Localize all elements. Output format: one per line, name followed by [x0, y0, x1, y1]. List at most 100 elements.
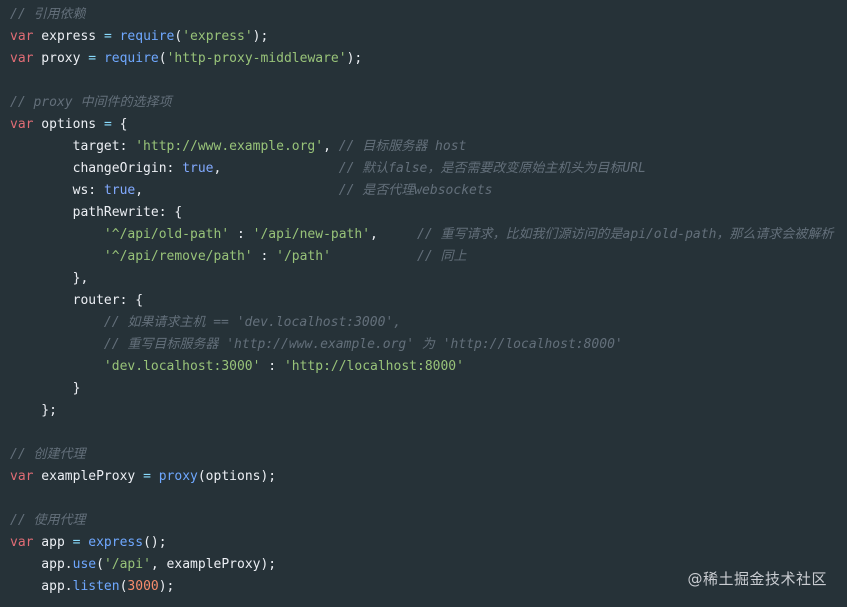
code-line: changeOrigin: true, // 默认false，是否需要改变原始主…: [0, 158, 847, 180]
token-function-name: require: [103, 51, 159, 66]
token-identifier: [151, 469, 159, 484]
token-keyword: var: [10, 117, 34, 132]
code-line: ws: true, // 是否代理websockets: [0, 180, 847, 202]
token-punctuation: };: [10, 403, 57, 418]
token-identifier: options: [33, 117, 104, 132]
token-string-literal: 'http-proxy-middleware': [166, 51, 347, 66]
token-identifier: app: [33, 535, 73, 550]
token-function-name: use: [72, 557, 97, 572]
code-line: router: {: [0, 290, 847, 312]
code-block: // 引用依赖 var express = require('express');…: [0, 4, 847, 598]
token-punctuation: },: [10, 271, 89, 286]
token-punctuation: :: [252, 249, 277, 264]
token-property-name: pathRewrite: [10, 205, 159, 220]
token-comment: // 重写请求，比如我们源访问的是api/old-path，那么请求会被解析: [417, 227, 834, 242]
token-punctuation: :: [229, 227, 253, 242]
token-comment: // 默认false，是否需要改变原始主机头为目标URL: [338, 161, 646, 176]
code-line: };: [0, 400, 847, 422]
token-identifier: app.: [10, 579, 73, 594]
token-punctuation: );: [252, 29, 269, 44]
token-comment: // 创建代理: [10, 447, 86, 462]
token-punctuation: ,: [135, 183, 339, 198]
code-line: // 引用依赖: [0, 4, 847, 26]
token-function-name: proxy: [158, 469, 198, 484]
code-line: '^/api/old-path' : '/api/new-path', // 重…: [0, 224, 847, 246]
token-keyword: var: [10, 29, 34, 44]
code-line: '^/api/remove/path' : '/path' // 同上: [0, 246, 847, 268]
token-punctuation: ,: [323, 139, 339, 154]
token-punctuation: [331, 249, 417, 264]
token-string-literal: '/path': [276, 249, 331, 264]
token-comment: // 同上: [417, 249, 467, 264]
token-function-name: express: [88, 535, 144, 550]
token-punctuation: ,: [213, 161, 339, 176]
token-comment: // 如果请求主机 == 'dev.localhost:3000',: [10, 315, 402, 330]
token-keyword: var: [10, 469, 34, 484]
token-comment: // 引用依赖: [10, 7, 86, 22]
token-punctuation: {: [111, 117, 128, 132]
token-keyword: var: [10, 51, 34, 66]
token-property-name: router: [10, 293, 120, 308]
token-boolean-literal: true: [103, 183, 136, 198]
token-operator: =: [88, 51, 97, 66]
code-line: // 如果请求主机 == 'dev.localhost:3000',: [0, 312, 847, 334]
token-string-literal: 'express': [182, 29, 253, 44]
token-punctuation: ();: [143, 535, 167, 550]
code-line: var express = require('express');: [0, 26, 847, 48]
token-operator: =: [103, 117, 112, 132]
token-identifier: exampleProxy: [33, 469, 144, 484]
token-property-name: ws: [10, 183, 89, 198]
token-comment: // 重写目标服务器 'http://www.example.org' 为 'h…: [10, 337, 623, 352]
token-property-name: target: [10, 139, 120, 154]
token-punctuation: ,: [370, 227, 418, 242]
code-line: 'dev.localhost:3000' : 'http://localhost…: [0, 356, 847, 378]
code-line: // 创建代理: [0, 444, 847, 466]
token-string-literal: '^/api/remove/path': [10, 249, 253, 264]
code-line: // 重写目标服务器 'http://www.example.org' 为 'h…: [0, 334, 847, 356]
token-punctuation: : {: [158, 205, 183, 220]
token-punctuation: : {: [119, 293, 144, 308]
token-punctuation: (options);: [197, 469, 277, 484]
token-keyword: var: [10, 535, 34, 550]
token-punctuation: :: [88, 183, 104, 198]
token-punctuation: :: [260, 359, 284, 374]
token-string-literal: '/api/new-path': [252, 227, 371, 242]
token-punctuation: , exampleProxy);: [150, 557, 277, 572]
code-line: var options = {: [0, 114, 847, 136]
token-identifier: express: [33, 29, 104, 44]
code-line: pathRewrite: {: [0, 202, 847, 224]
token-function-name: require: [119, 29, 175, 44]
token-punctuation: }: [10, 381, 81, 396]
token-punctuation: (: [96, 557, 104, 572]
code-line: },: [0, 268, 847, 290]
code-editor[interactable]: // 引用依赖 var express = require('express');…: [0, 0, 847, 607]
token-string-literal: 'dev.localhost:3000': [10, 359, 261, 374]
token-string-literal: 'http://localhost:8000': [283, 359, 464, 374]
token-string-literal: '/api': [103, 557, 151, 572]
code-line: var proxy = require('http-proxy-middlewa…: [0, 48, 847, 70]
token-comment: // proxy 中间件的选择项: [10, 95, 172, 110]
watermark: @稀土掘金技术社区: [687, 570, 827, 588]
token-identifier: [96, 51, 104, 66]
token-comment: // 目标服务器 host: [338, 139, 467, 154]
code-line: var app = express();: [0, 532, 847, 554]
token-string-literal: 'http://www.example.org': [135, 139, 324, 154]
token-punctuation: (: [158, 51, 167, 66]
token-operator: =: [143, 469, 151, 484]
token-number-literal: 3000: [127, 579, 159, 594]
token-punctuation: );: [346, 51, 363, 66]
token-comment: // 使用代理: [10, 513, 86, 528]
token-operator: =: [103, 29, 112, 44]
code-line: // 使用代理: [0, 510, 847, 532]
token-punctuation: :: [166, 161, 183, 176]
token-boolean-literal: true: [182, 161, 214, 176]
code-line: }: [0, 378, 847, 400]
code-line: // proxy 中间件的选择项: [0, 92, 847, 114]
token-property-name: changeOrigin: [10, 161, 167, 176]
code-line: target: 'http://www.example.org', // 目标服…: [0, 136, 847, 158]
token-identifier: proxy: [33, 51, 89, 66]
token-punctuation: :: [119, 139, 136, 154]
